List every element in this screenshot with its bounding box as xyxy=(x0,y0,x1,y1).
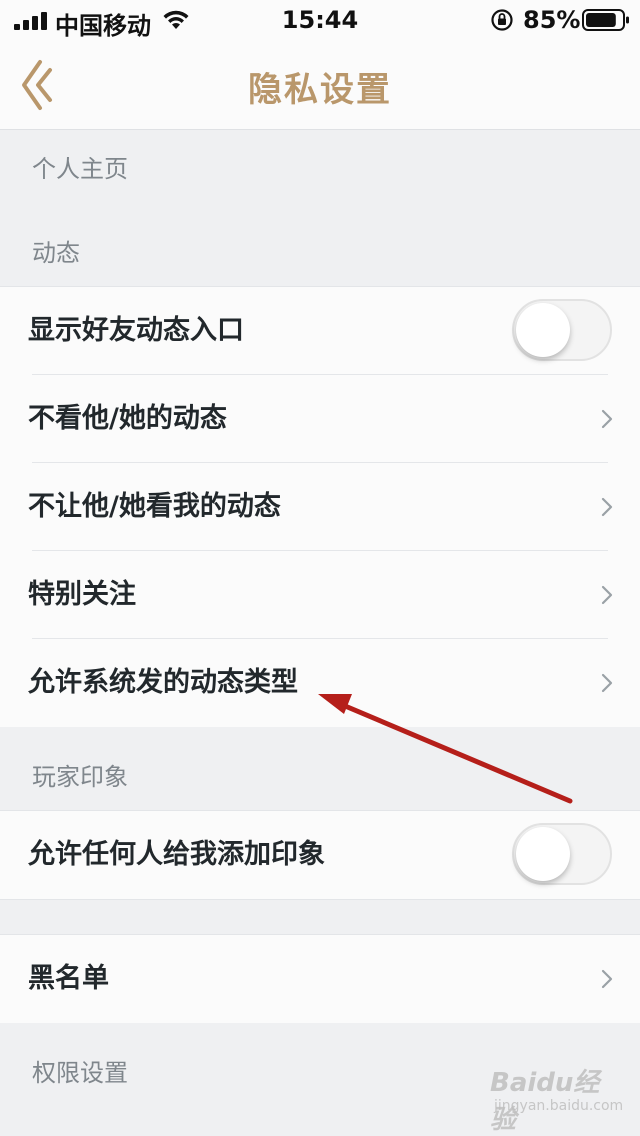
blacklist-group: 黑名单 xyxy=(0,934,640,1024)
row-label: 允许系统发的动态类型 xyxy=(28,667,298,698)
baidu-jingyan-watermark: Baidu经验 jingyan.baidu.com xyxy=(490,1062,624,1135)
navigation-bar: 隐私设置 xyxy=(0,40,640,130)
row-label: 黑名单 xyxy=(28,963,109,994)
section-label-player-impression: 玩家印象 xyxy=(32,763,128,791)
row-special-follow[interactable]: 特别关注 xyxy=(0,551,640,639)
chevron-right-icon xyxy=(601,673,613,693)
row-blacklist[interactable]: 黑名单 xyxy=(0,935,640,1023)
section-moments-header: 动态 xyxy=(0,201,640,286)
section-personal-home[interactable]: 个人主页 xyxy=(0,131,640,201)
chevron-right-icon xyxy=(601,497,613,517)
row-label: 特别关注 xyxy=(28,579,136,610)
privacy-settings-screen: 中国移动 15:44 85% 隐私设置 个人主页 动态 显示好友动态入口 不看他… xyxy=(0,0,640,1136)
moments-settings-group: 显示好友动态入口 不看他/她的动态 不让他/她看我的动态 特别关注 允许系统发的… xyxy=(0,286,640,728)
chevron-right-icon xyxy=(601,585,613,605)
section-player-impression-header: 玩家印象 xyxy=(0,727,640,810)
watermark-url: jingyan.baidu.com xyxy=(494,1098,624,1114)
section-label-personal-home: 个人主页 xyxy=(32,155,128,183)
row-hide-their-moments[interactable]: 不看他/她的动态 xyxy=(0,375,640,463)
battery-percent: 85% xyxy=(523,6,581,34)
orientation-lock-icon xyxy=(491,9,513,31)
status-bar: 中国移动 15:44 85% xyxy=(0,0,640,40)
impression-settings-group: 允许任何人给我添加印象 xyxy=(0,810,640,900)
toggle-knob xyxy=(516,303,570,357)
battery-icon xyxy=(582,9,629,31)
show-friend-moments-toggle[interactable] xyxy=(512,299,612,361)
row-allow-anyone-add-impression: 允许任何人给我添加印象 xyxy=(0,811,640,899)
row-label: 不让他/她看我的动态 xyxy=(28,491,281,522)
row-label: 允许任何人给我添加印象 xyxy=(28,839,325,870)
row-label: 不看他/她的动态 xyxy=(28,403,227,434)
row-system-moment-types[interactable]: 允许系统发的动态类型 xyxy=(0,639,640,727)
page-title: 隐私设置 xyxy=(248,70,392,110)
section-label-permissions: 权限设置 xyxy=(32,1059,128,1087)
row-block-them-from-my-moments[interactable]: 不让他/她看我的动态 xyxy=(0,463,640,551)
chevron-right-icon xyxy=(601,409,613,429)
section-label-moments: 动态 xyxy=(32,239,80,267)
toggle-knob xyxy=(516,827,570,881)
allow-add-impression-toggle[interactable] xyxy=(512,823,612,885)
chevron-right-icon xyxy=(601,969,613,989)
row-label: 显示好友动态入口 xyxy=(28,315,244,346)
row-show-friend-moments-entry: 显示好友动态入口 xyxy=(0,287,640,375)
